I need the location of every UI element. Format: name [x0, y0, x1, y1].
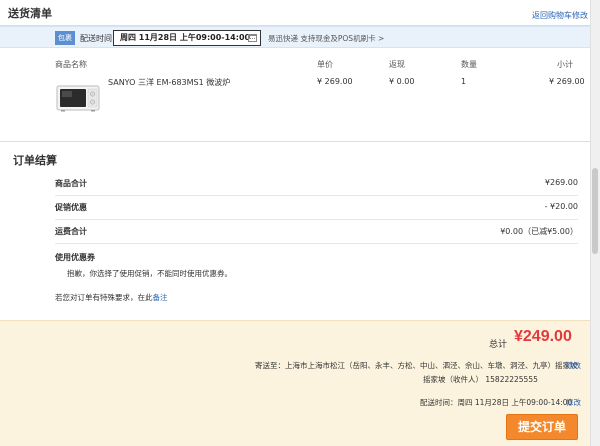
package-badge: 包裹 — [55, 31, 75, 45]
order-settlement-title: 订单结算 — [13, 154, 57, 167]
shipping-label: 运费合计 — [55, 227, 87, 236]
promotion-row: 促销优惠 - ¥20.00 — [55, 196, 578, 220]
product-rebate: ¥ 0.00 — [389, 77, 415, 86]
header-subtotal: 小计 — [557, 60, 573, 69]
delivery-time-select[interactable]: 周四 11月28日 上午09:00-14:00 — [113, 30, 261, 46]
shipping-address: 寄送至：上海市上海市松江（岳阳、永丰、方松、中山、泗泾、佘山、车墩、洞泾、九亭）… — [255, 361, 578, 370]
submit-order-button[interactable]: 提交订单 — [506, 414, 578, 440]
header-product-name: 商品名称 — [55, 60, 87, 69]
remark-row: 若您对订单有特殊要求，在此备注 — [55, 292, 168, 303]
product-price: ¥ 269.00 — [317, 77, 353, 86]
goods-total-row: 商品合计 ¥269.00 — [55, 172, 578, 196]
microwave-icon — [56, 85, 100, 112]
delivery-list-title: 送货清单 — [8, 7, 52, 20]
remark-prefix: 若您对订单有特殊要求，在此 — [55, 293, 153, 302]
section-divider — [0, 141, 590, 142]
edit-address-link[interactable]: 修改 — [566, 360, 581, 371]
delivery-time-value: 周四 11月28日 上午09:00-14:00 — [120, 33, 251, 42]
back-to-cart-link[interactable]: 返回购物车修改 — [532, 10, 588, 21]
coupon-message: 抱歉，你选择了使用促销，不能同时使用优惠券。 — [67, 269, 232, 278]
goods-total-label: 商品合计 — [55, 179, 87, 188]
header-rebate: 返现 — [389, 60, 405, 69]
product-image[interactable] — [55, 80, 101, 114]
header-price: 单价 — [317, 60, 333, 69]
header-quantity: 数量 — [461, 60, 477, 69]
shipping-row: 运费合计 ¥0.00（已减¥5.00） — [55, 220, 578, 244]
shipping-value: ¥0.00（已减¥5.00） — [500, 227, 578, 236]
recipient-contact: 摇家坡（收件人） 15822225555 — [423, 375, 538, 384]
product-quantity: 1 — [461, 77, 467, 86]
delivery-note: 易迅快递 支持现金及POS机刷卡 > — [268, 34, 385, 43]
promotion-label: 促销优惠 — [55, 203, 87, 212]
delivery-list-header — [0, 0, 590, 26]
product-subtotal: ¥ 269.00 — [549, 77, 585, 86]
delivery-time-label: 配送时间 — [80, 34, 112, 43]
product-name[interactable]: SANYO 三洋 EM-683MS1 微波炉 — [108, 77, 230, 88]
remark-link[interactable]: 备注 — [153, 293, 168, 302]
total-label: 总计 — [489, 340, 508, 350]
promotion-value: - ¥20.00 — [544, 202, 578, 211]
delivery-bar: 包裹 配送时间 周四 11月28日 上午09:00-14:00 易迅快递 支持现… — [0, 26, 590, 48]
summary-delivery-time: 配送时间：周四 11月28日 上午09:00-14:00 — [420, 398, 573, 407]
edit-delivery-time-link[interactable]: 修改 — [566, 397, 581, 408]
scrollbar-thumb[interactable] — [592, 168, 598, 254]
calendar-icon[interactable] — [248, 34, 257, 42]
coupon-label: 使用优惠券 — [55, 253, 95, 262]
goods-total-value: ¥269.00 — [544, 178, 578, 187]
total-value: ¥249.00 — [514, 328, 572, 345]
